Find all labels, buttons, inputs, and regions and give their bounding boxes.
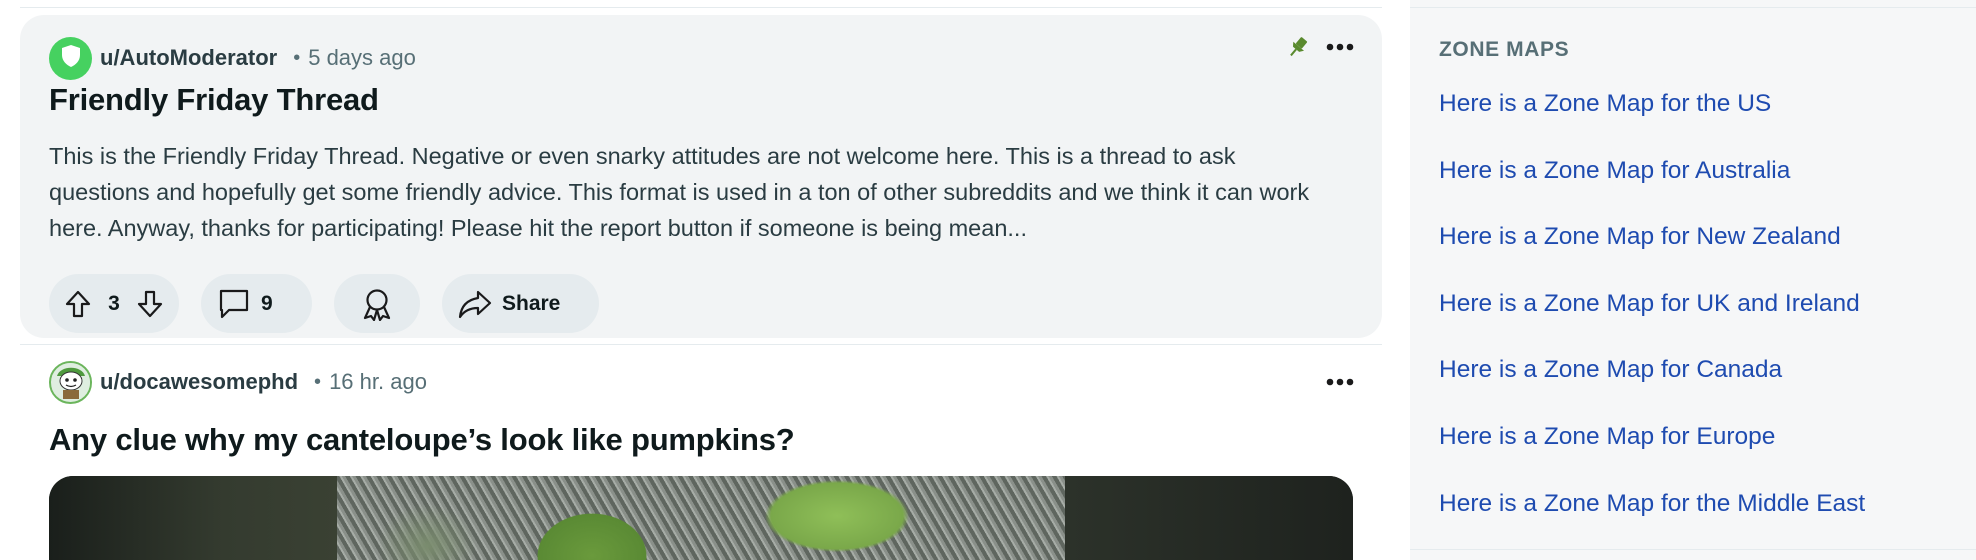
post-actions: 3 9 Share [49,274,599,333]
image-backdrop [49,476,339,560]
more-options-icon[interactable] [1320,29,1360,65]
share-icon [458,289,492,319]
list-item: Here is a Zone Map for Europe [1439,417,1865,484]
comment-icon [217,288,251,320]
pinned-post-card[interactable]: u/AutoModerator • 5 days ago Friendly Fr… [20,15,1382,338]
divider [20,344,1382,345]
image-backdrop [1065,476,1353,560]
post-time: 16 hr. ago [329,369,427,394]
moderator-avatar[interactable] [49,36,92,80]
divider [1410,549,1976,550]
zone-map-link-middle-east[interactable]: Here is a Zone Map for the Middle East [1439,490,1865,517]
award-button[interactable] [334,274,420,333]
list-item: Here is a Zone Map for UK and Ireland [1439,284,1865,351]
divider [1410,7,1976,8]
list-item: Here is a Zone Map for Canada [1439,350,1865,417]
post-feed: u/AutoModerator • 5 days ago Friendly Fr… [0,0,1384,560]
upvote-icon[interactable] [65,290,91,318]
post-time: 5 days ago [308,45,416,70]
sidebar: ZONE MAPS Here is a Zone Map for the US … [1410,0,1976,560]
comment-count: 9 [261,291,273,315]
comments-button[interactable]: 9 [201,274,312,333]
zone-map-link-australia[interactable]: Here is a Zone Map for Australia [1439,157,1790,184]
shield-icon [60,44,82,73]
post-title[interactable]: Any clue why my canteloupe’s look like p… [49,422,795,458]
divider [20,7,1382,8]
zone-map-link-us[interactable]: Here is a Zone Map for the US [1439,90,1771,117]
list-item: Here is a Zone Map for New Zealand [1439,217,1865,284]
meta-separator: • [314,370,322,393]
vote-control: 3 [49,274,179,333]
zone-map-link-europe[interactable]: Here is a Zone Map for Europe [1439,423,1775,450]
pin-icon [1282,31,1314,63]
post-meta: u/docawesomephd • 16 hr. ago [49,360,427,404]
zone-map-link-uk-ireland[interactable]: Here is a Zone Map for UK and Ireland [1439,290,1860,317]
list-item: Here is a Zone Map for the US [1439,84,1865,151]
list-item: Here is a Zone Map for the Middle East [1439,484,1865,551]
post-author[interactable]: u/docawesomephd [100,369,298,395]
list-item: Here is a Zone Map for Australia [1439,151,1865,218]
zone-map-links: Here is a Zone Map for the US Here is a … [1439,84,1865,550]
user-avatar[interactable] [49,360,92,404]
share-label: Share [502,291,561,315]
post-author[interactable]: u/AutoModerator [100,45,277,71]
more-options-icon[interactable] [1320,364,1360,400]
meta-separator: • [293,46,301,69]
share-button[interactable]: Share [442,274,599,333]
zone-map-link-new-zealand[interactable]: Here is a Zone Map for New Zealand [1439,223,1841,250]
post-title[interactable]: Friendly Friday Thread [49,82,379,118]
snoo-avatar-icon [51,362,90,402]
post-meta: u/AutoModerator • 5 days ago [49,36,416,80]
vote-count: 3 [108,291,120,315]
downvote-icon[interactable] [137,290,163,318]
post-image[interactable] [49,476,1353,560]
sidebar-heading: ZONE MAPS [1439,38,1570,61]
zone-map-link-canada[interactable]: Here is a Zone Map for Canada [1439,356,1782,383]
post-body: This is the Friendly Friday Thread. Nega… [49,143,1310,241]
plant-photo [337,476,1066,560]
award-icon [360,287,394,321]
